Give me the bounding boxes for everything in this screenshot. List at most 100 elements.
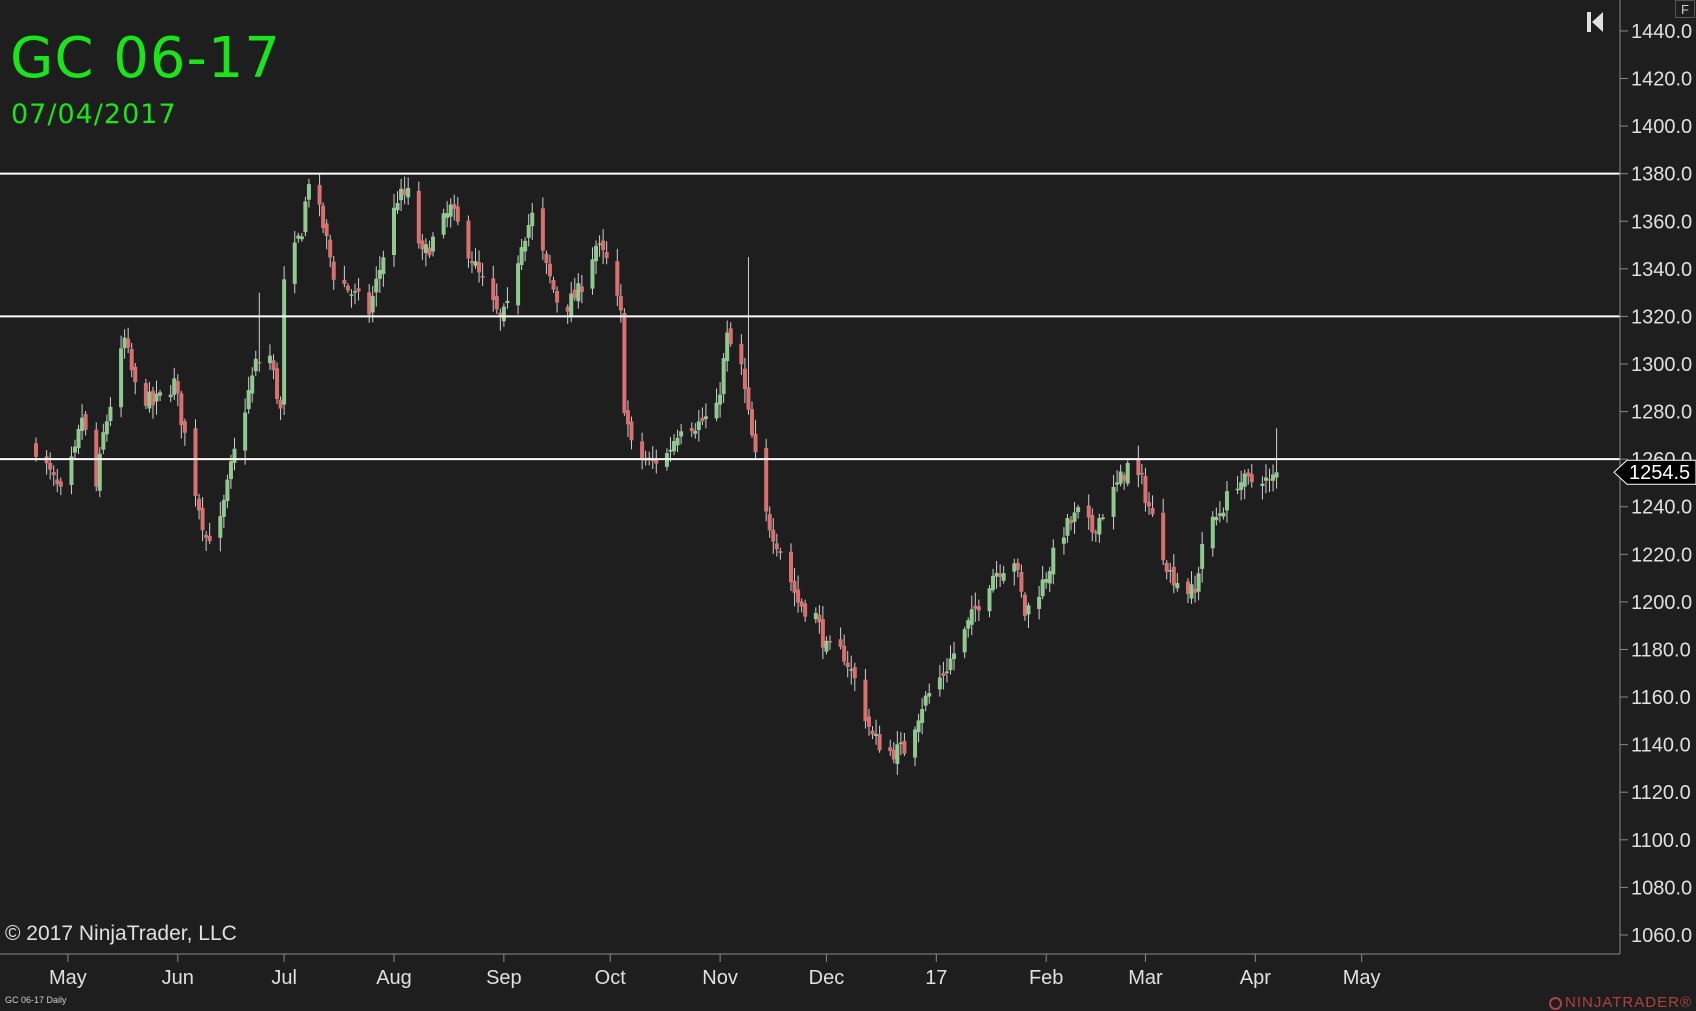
candle-body [1185,581,1190,594]
candle [377,256,382,293]
candle-body [1076,507,1081,513]
candle-body [788,551,793,583]
candle-body [200,507,205,531]
candle-body [377,270,382,279]
candle-body [122,337,127,349]
y-tick-label: 1140.0 [1631,735,1691,757]
x-tick-label: Nov [702,967,738,989]
candle-body [72,446,77,453]
candle-body [501,306,506,322]
candle [1242,469,1247,500]
candle-body [668,449,673,452]
candle [625,400,630,437]
candle-body [827,641,832,643]
candle-body [129,349,134,371]
candle-body [728,328,733,345]
candle-body [796,589,801,603]
y-tick-label: 1200.0 [1631,592,1692,614]
candle-body [526,225,531,238]
candle [72,439,77,459]
candle [771,518,776,554]
candle [579,274,584,304]
candle [1210,511,1215,557]
candle [838,627,843,650]
candle [668,437,673,462]
candle [445,201,450,228]
candle [101,423,106,455]
candle [969,595,974,636]
candle-body [477,262,482,273]
candle-body [207,535,212,542]
candle [1026,602,1031,628]
candle-body [973,605,978,609]
brand-text: NINJATRADER® [1565,994,1692,1011]
candle-body [1026,605,1031,615]
candle-body [328,239,333,258]
candle [232,437,237,471]
candle-body [1022,594,1027,616]
candle-body [126,338,131,348]
candle [253,350,258,376]
f-button[interactable]: F [1675,0,1695,18]
candle-body [1210,516,1215,549]
copyright-text: © 2017 NinjaTrader, LLC [5,922,237,945]
candle [1249,463,1254,488]
candle [888,739,893,756]
candle [1118,464,1123,487]
candle [629,416,634,450]
ninjatrader-logo-icon [1549,997,1563,1010]
candle [1086,494,1091,530]
candle [406,177,411,205]
candle [1065,513,1070,543]
time-axis: May Jun Jul Aug Sep Oct Nov Dec 17 Feb Mar Apr May [49,954,1381,989]
candle [1076,504,1081,519]
candle-body [519,247,524,265]
candle [97,447,102,498]
candle [753,419,758,459]
candle [257,292,262,372]
candle-body [1246,472,1251,477]
x-tick-label: Feb [1029,967,1063,989]
candle-body [1221,512,1226,517]
candle-body [1242,473,1247,487]
candle [1139,463,1144,485]
candle [516,255,521,315]
candle-body [204,534,209,538]
price-chart[interactable]: 1060.0 1080.0 1100.0 1120.0 1140.0 1160.0 1180… [0,0,1696,1011]
candle [703,403,708,429]
candle [1246,468,1251,485]
candle [1100,513,1105,521]
candle-body [601,240,606,251]
candle [1263,464,1268,494]
candle [547,254,552,284]
candle-body [1249,474,1254,483]
candle [576,273,581,309]
candle-body [243,412,248,451]
candle [973,592,978,623]
candle [952,641,957,671]
candle [870,726,875,740]
candle-body [870,730,875,735]
candle [278,396,283,421]
candle-body [838,639,843,647]
candle-body [80,417,85,431]
candle [916,713,921,743]
candle [207,522,212,544]
candle [381,250,386,287]
candle [1146,492,1151,515]
candle-body [275,368,280,399]
candle-body [1086,505,1091,518]
candle-body [1037,596,1042,610]
scroll-to-start-icon[interactable] [1586,10,1604,34]
candle [750,401,754,438]
x-tick-label: 17 [925,967,947,989]
candle [1069,516,1074,531]
candle [937,664,942,697]
candle [551,276,556,293]
y-tick-label: 1400.0 [1631,116,1692,138]
candle-body [895,744,900,764]
candle-body [342,280,347,284]
x-tick-label: Mar [1128,967,1163,989]
candle [590,247,595,295]
candle-body [565,306,570,312]
